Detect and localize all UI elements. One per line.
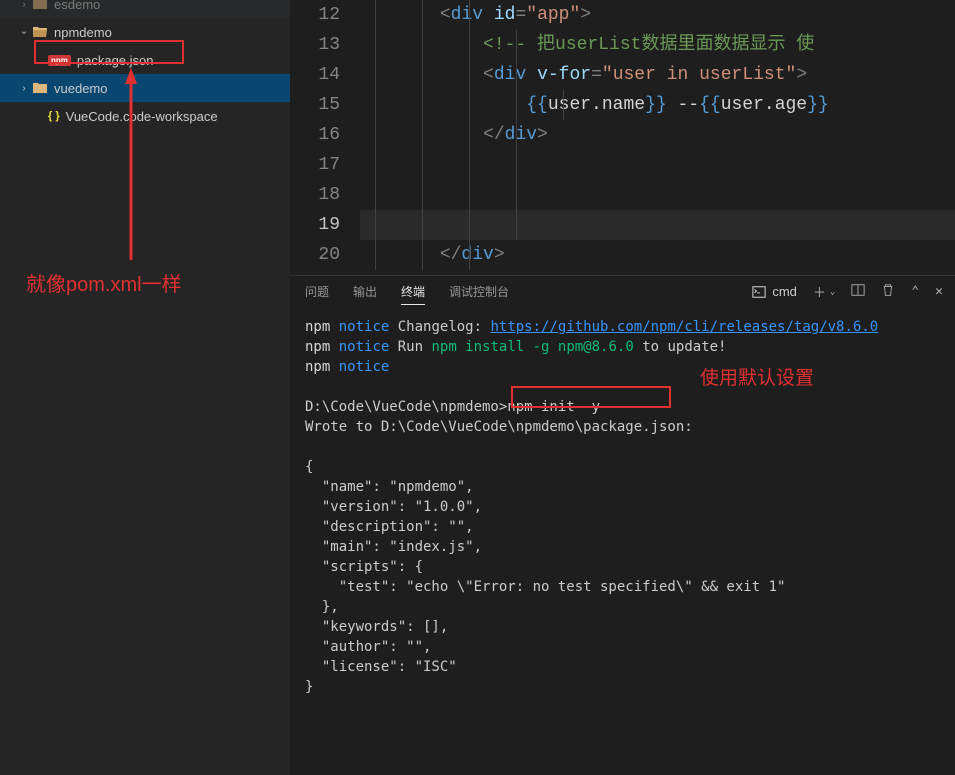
tree-label: vuedemo [54, 81, 107, 96]
code-line: </div> [360, 120, 955, 150]
folder-open-icon [32, 25, 48, 39]
tree-item-workspace[interactable]: { } VueCode.code-workspace [0, 102, 290, 130]
annotation-highlight-box [34, 40, 184, 64]
code-line: <!-- 把userList数据里面数据显示 使 [360, 30, 955, 60]
tree-item-vuedemo[interactable]: › vuedemo [0, 74, 290, 102]
panel-actions: cmd ＋ ⌄ ⌃ ✕ [752, 282, 943, 301]
tree-label: VueCode.code-workspace [66, 109, 218, 124]
annotation-text-sidebar: 就像pom.xml一样 [26, 268, 182, 297]
annotation-highlight-box-cmd [511, 386, 671, 408]
tab-problems[interactable]: 问题 [305, 283, 329, 304]
terminal-icon [752, 285, 766, 299]
tab-debug-console[interactable]: 调试控制台 [449, 283, 509, 304]
terminal-content[interactable]: npm notice Changelog: https://github.com… [290, 311, 955, 775]
chevron-right-icon: › [16, 83, 32, 94]
tree-label: npmdemo [54, 25, 112, 40]
folder-icon [32, 0, 48, 11]
file-explorer: › esdemo › npmdemo npm package.json › vu… [0, 0, 290, 775]
code-line: <div id="app"> [360, 0, 955, 30]
folder-icon [32, 81, 48, 95]
tree-item-esdemo[interactable]: › esdemo [0, 0, 290, 18]
line-number-gutter: 12 13 14 15 16 17 18 19 20 [290, 0, 360, 275]
tab-terminal[interactable]: 终端 [401, 283, 425, 305]
kill-terminal-button[interactable] [881, 283, 895, 301]
chevron-right-icon: › [16, 0, 32, 10]
code-line: </div> [360, 240, 955, 270]
main-area: 12 13 14 15 16 17 18 19 20 <div id="app"… [290, 0, 955, 775]
split-terminal-button[interactable] [851, 283, 865, 301]
tab-output[interactable]: 输出 [353, 283, 377, 304]
code-line: {{user.name}} --{{user.age}} [360, 90, 955, 120]
new-terminal-button[interactable]: ＋ [813, 282, 826, 301]
maximize-panel-button[interactable]: ⌃ [911, 284, 919, 299]
code-line [360, 150, 955, 180]
json-braces-icon: { } [48, 110, 60, 122]
code-line [360, 210, 955, 240]
code-content[interactable]: <div id="app"> <!-- 把userList数据里面数据显示 使 … [360, 0, 955, 275]
bottom-panel: 问题 输出 终端 调试控制台 cmd ＋ ⌄ ⌃ ✕ npm notice Ch… [290, 275, 955, 775]
close-panel-button[interactable]: ✕ [935, 284, 943, 299]
dropdown-icon[interactable]: ⌄ [830, 287, 835, 297]
annotation-text-terminal: 使用默认设置 [700, 369, 814, 389]
code-line [360, 180, 955, 210]
chevron-down-icon: › [19, 24, 30, 40]
code-line: <div v-for="user in userList"> [360, 60, 955, 90]
code-editor[interactable]: 12 13 14 15 16 17 18 19 20 <div id="app"… [290, 0, 955, 275]
tree-label: esdemo [54, 0, 100, 12]
terminal-shell-selector[interactable]: cmd [752, 284, 797, 299]
